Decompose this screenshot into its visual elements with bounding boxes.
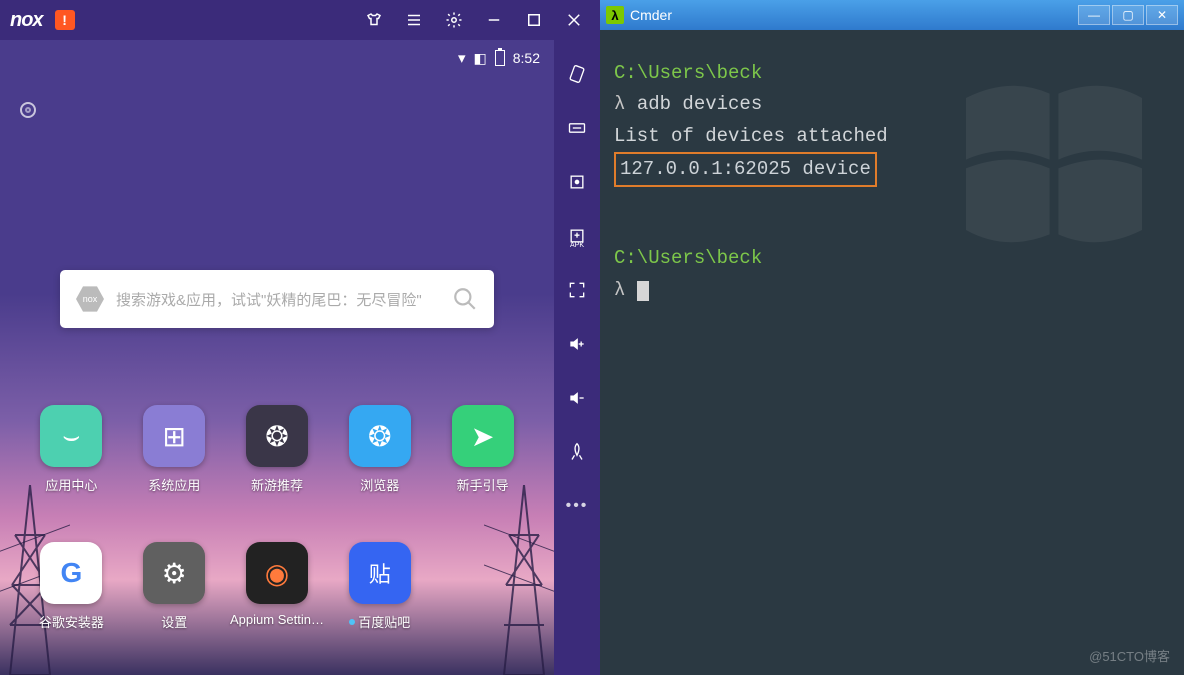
compass-icon [20,102,36,118]
cmder-titlebar: λ Cmder — ▢ ✕ [600,0,1184,30]
android-screen[interactable]: ▾ ◧ 8:52 nox 搜索游戏&应用，试试"妖精的尾巴：无尽冒险" ⌣应用中… [0,40,554,675]
app-app-center[interactable]: ⌣应用中心 [20,405,123,494]
nox-emulator-window: nox ! ▾ ◧ 8:52 nox 搜索游戏&应用，试试"妖精的尾巴：无尽冒险… [0,0,600,675]
app-label: 系统应用 [148,475,200,494]
app-appium-settings[interactable]: ◉Appium Settin… [226,542,329,631]
gear-icon[interactable] [438,4,470,36]
battery-icon [495,50,505,66]
search-icon[interactable] [452,286,478,312]
status-bar: ▾ ◧ 8:52 [0,40,554,76]
cmder-app-icon: λ [606,6,624,24]
prompt-symbol: λ [614,279,625,301]
app-google-installer[interactable]: G谷歌安装器 [20,542,123,631]
signal-icon: ◧ [474,50,487,67]
app-newbie-guide[interactable]: ➤新手引导 [431,405,534,494]
apk-icon[interactable]: APK [563,222,591,250]
close-icon[interactable]: ✕ [1146,5,1178,25]
windows-logo-watermark [944,54,1164,274]
search-provider-icon: nox [76,285,104,313]
highlighted-output: 127.0.0.1:62025 device [614,152,877,187]
nox-titlebar: nox ! [0,0,600,40]
nox-logo: nox [10,9,43,32]
app-settings[interactable]: ⚙设置 [123,542,226,631]
warning-icon[interactable]: ! [55,10,75,30]
app-label: 百度贴吧 [349,612,410,631]
cmder-title: Cmder [630,7,1072,23]
command-text: adb devices [637,93,762,115]
search-bar[interactable]: nox 搜索游戏&应用，试试"妖精的尾巴：无尽冒险" [60,270,494,328]
keyboard-icon[interactable] [563,114,591,142]
volume-up-icon[interactable] [563,330,591,358]
app-label: Appium Settin… [230,612,324,627]
minimize-icon[interactable] [478,4,510,36]
close-icon[interactable] [558,4,590,36]
maximize-icon[interactable] [518,4,550,36]
app-browser[interactable]: ❂浏览器 [328,405,431,494]
nox-sidebar: APK ••• [554,40,600,675]
terminal-body[interactable]: C:\Users\beck λ adb devices List of devi… [600,30,1184,334]
fullscreen-icon[interactable] [563,276,591,304]
wifi-icon: ▾ [458,49,466,67]
app-label: 应用中心 [45,475,97,494]
output-line: List of devices attached [614,125,888,147]
rocket-icon[interactable] [563,438,591,466]
app-baidu-tieba[interactable]: 贴百度贴吧 [328,542,431,631]
app-system-apps[interactable]: ⊞系统应用 [123,405,226,494]
app-label: 新游推荐 [251,475,303,494]
app-label: 浏览器 [360,475,399,494]
maximize-icon[interactable]: ▢ [1112,5,1144,25]
more-icon[interactable]: ••• [563,492,591,520]
watermark: @51CTO博客 [1089,646,1170,665]
volume-down-icon[interactable] [563,384,591,412]
cmder-window: λ Cmder — ▢ ✕ C:\Users\beck λ adb device… [600,0,1184,675]
cursor [637,281,649,301]
menu-icon[interactable] [398,4,430,36]
prompt-path: C:\Users\beck [614,62,762,84]
search-placeholder: 搜索游戏&应用，试试"妖精的尾巴：无尽冒险" [116,289,440,310]
app-game-recommend[interactable]: ❂新游推荐 [226,405,329,494]
location-icon[interactable] [563,168,591,196]
app-label: 设置 [161,612,187,631]
app-label: 新手引导 [457,475,509,494]
status-time: 8:52 [513,50,540,66]
shirt-icon[interactable] [358,4,390,36]
minimize-icon[interactable]: — [1078,5,1110,25]
rotate-icon[interactable] [563,60,591,88]
app-label: 谷歌安装器 [39,612,104,631]
prompt-symbol: λ [614,93,625,115]
app-grid: ⌣应用中心 ⊞系统应用 ❂新游推荐 ❂浏览器 ➤新手引导 G谷歌安装器 ⚙设置 … [20,405,534,631]
prompt-path: C:\Users\beck [614,247,762,269]
